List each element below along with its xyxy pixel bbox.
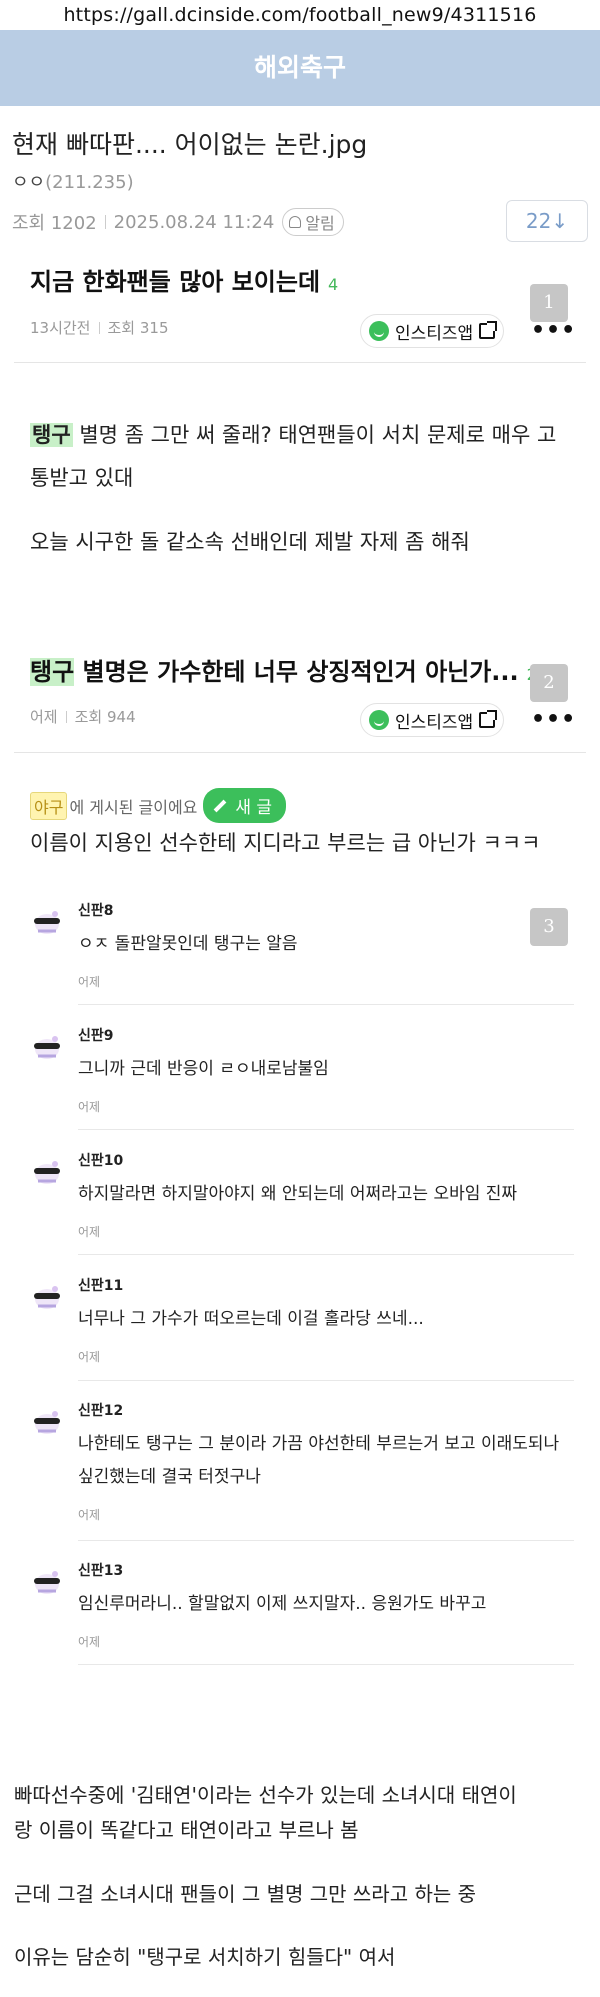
writer-ip: (211.235) <box>45 172 134 193</box>
comment-divider <box>78 1664 574 1665</box>
board-tag[interactable]: 야구 <box>30 791 68 820</box>
card2-time: 어제 <box>30 708 58 726</box>
comment-text: 임신루머라니.. 할말없지 이제 쓰지말자.. 응원가도 바꾸고 <box>78 1594 487 1614</box>
comment-date: 어제 <box>78 1350 101 1364</box>
card1-body-line2: 통받고 있대 <box>30 466 134 490</box>
card2-body-line1: 이름이 지용인 선수한테 지디라고 부르는 급 아닌가 ㅋㅋㅋ <box>30 831 541 855</box>
avatar-icon <box>34 1286 60 1309</box>
comment-divider <box>78 1380 574 1381</box>
card-divider <box>14 362 586 363</box>
comment-date: 어제 <box>78 1508 101 1522</box>
avatar-icon <box>34 1161 60 1184</box>
comment-date: 어제 <box>78 1635 101 1649</box>
card1-title[interactable]: 지금 한화팬들 많아 보이는데 4 <box>30 262 338 297</box>
smile-icon <box>369 321 389 341</box>
avatar-icon <box>34 1411 60 1434</box>
post-meta: 조회 1202 2025.08.24 11:24 알림 <box>12 208 344 236</box>
comment-date: 어제 <box>78 975 101 989</box>
card1-views: 조회 315 <box>107 319 169 337</box>
avatar-icon <box>34 911 60 934</box>
alarm-label: 알림 <box>305 214 335 233</box>
board-suffix: 에 게시된 글이에요 <box>69 797 198 817</box>
comment-nick[interactable]: 신판12 <box>78 1400 123 1420</box>
card1-title-text: 지금 한화팬들 많아 보이는데 <box>30 268 321 296</box>
comment-nick[interactable]: 신판9 <box>78 1025 114 1045</box>
gallery-header[interactable]: 해외축구 <box>0 30 600 106</box>
screenshot-number-badge: 2 <box>530 664 568 702</box>
avatar-icon <box>34 1571 60 1594</box>
external-link-icon <box>479 710 498 728</box>
card1-meta: 13시간전 조회 315 <box>30 317 169 338</box>
avatar-icon <box>34 1036 60 1059</box>
comment-text: 너무나 그 가수가 떠오르는데 이걸 홀라당 쓰네... <box>78 1309 424 1329</box>
comment-nick[interactable]: 신판10 <box>78 1150 123 1170</box>
card2-meta: 어제 조회 944 <box>30 706 136 727</box>
smile-icon <box>369 710 389 730</box>
comment-text: ㅇㅈ 돌판알못인데 탱구는 알음 <box>78 934 298 954</box>
post-title: 현재 빠따판.... 어이없는 논란.jpg <box>12 130 368 159</box>
summary-line2: 랑 이름이 똑같다고 태연이라고 부르나 봄 <box>14 1818 359 1842</box>
comment-divider <box>78 1004 574 1005</box>
new-post-button[interactable]: 새 글 <box>203 788 287 823</box>
card1-time: 13시간전 <box>30 319 91 337</box>
comment-text: 하지말라면 하지말아야지 왜 안되는데 어쩌라고는 오바임 진짜 <box>78 1184 518 1204</box>
comment-divider <box>78 1540 574 1541</box>
more-icon[interactable]: ••• <box>531 318 576 343</box>
comment-text: 그니까 근데 반응이 ㄹㅇ내로남불임 <box>78 1059 329 1079</box>
body-text: 별명 좀 그만 써 줄래? 태연팬들이 서치 문제로 매우 고 <box>72 423 557 447</box>
meta-divider <box>104 215 106 229</box>
card2-title-text: 별명은 가수한테 너무 상징적인거 아닌가... <box>74 658 519 686</box>
view-count: 조회 1202 <box>12 213 97 234</box>
comment-item: 신판10 하지말라면 하지말아야지 왜 안되는데 어쩌라고는 오바임 진짜 어제 <box>30 1150 575 1260</box>
external-link-icon <box>479 321 498 339</box>
comment-text: 나한테도 탱구는 그 분이라 가끔 야선한테 부르는거 보고 이래도되나 싶긴했… <box>78 1434 560 1487</box>
app-label: 인스티즈앱 <box>395 323 474 344</box>
new-post-label: 새 글 <box>235 798 273 818</box>
comment-item: 신판13 임신루머라니.. 할말없지 이제 쓰지말자.. 응원가도 바꾸고 어제 <box>30 1560 575 1670</box>
meta-divider <box>98 321 100 334</box>
comment-item: 신판11 너무나 그 가수가 떠오르는데 이걸 홀라당 쓰네... 어제 <box>30 1275 575 1385</box>
comment-item: 신판9 그니까 근데 반응이 ㄹㅇ내로남불임 어제 <box>30 1025 575 1135</box>
app-label: 인스티즈앱 <box>395 712 474 733</box>
comment-nick[interactable]: 신판11 <box>78 1275 123 1295</box>
alarm-button[interactable]: 알림 <box>282 208 344 236</box>
summary-line4: 이유는 담순히 "탱구로 서치하기 힘들다" 여서 <box>14 1945 396 1969</box>
summary-line3: 근데 그걸 소녀시대 팬들이 그 별명 그만 쓰라고 하는 중 <box>14 1882 477 1906</box>
comment-divider <box>78 1254 574 1255</box>
card1-body-line3: 오늘 시구한 돌 같소속 선배인데 제발 자제 좀 해줘 <box>30 530 470 554</box>
card2-title-highlight: 탱구 <box>30 658 75 686</box>
card2-app-link[interactable]: 인스티즈앱 <box>360 703 505 737</box>
comment-divider <box>78 1129 574 1130</box>
screenshot-number-badge: 1 <box>530 284 568 322</box>
card1-app-link[interactable]: 인스티즈앱 <box>360 314 505 348</box>
comment-count-button[interactable]: 22↓ <box>506 200 588 242</box>
post-date: 2025.08.24 11:24 <box>113 211 275 233</box>
comment-nick[interactable]: 신판8 <box>78 900 114 920</box>
comment-date: 어제 <box>78 1100 101 1114</box>
comment-nick[interactable]: 신판13 <box>78 1560 123 1580</box>
writer-nick: ㅇㅇ <box>12 172 46 193</box>
pencil-icon <box>214 799 227 812</box>
card2-views: 조회 944 <box>74 708 136 726</box>
highlight-tag: 탱구 <box>30 423 73 447</box>
comment-date: 어제 <box>78 1225 101 1239</box>
comment-item: 신판8 ㅇㅈ 돌판알못인데 탱구는 알음 어제 <box>30 900 575 1010</box>
card2-title[interactable]: 탱구 별명은 가수한테 너무 상징적인거 아닌가...25 <box>30 652 547 687</box>
post-writer[interactable]: ㅇㅇ(211.235) <box>12 168 134 194</box>
card1-comment-count: 4 <box>328 275 339 294</box>
card-divider <box>14 752 586 753</box>
summary-line1: 빠따선수중에 '김태연'이라는 선수가 있는데 소녀시대 태연이 <box>14 1783 517 1807</box>
bell-icon <box>289 216 302 228</box>
board-source-line: 야구 에 게시된 글이에요 새 글 <box>30 788 287 823</box>
meta-divider <box>65 710 67 723</box>
comment-item: 신판12 나한테도 탱구는 그 분이라 가끔 야선한테 부르는거 보고 이래도되… <box>30 1400 575 1540</box>
more-icon[interactable]: ••• <box>531 707 576 732</box>
url-bar[interactable]: https://gall.dcinside.com/football_new9/… <box>0 0 600 30</box>
card1-body-line1: 탱구 별명 좀 그만 써 줄래? 태연팬들이 서치 문제로 매우 고 <box>30 415 556 455</box>
